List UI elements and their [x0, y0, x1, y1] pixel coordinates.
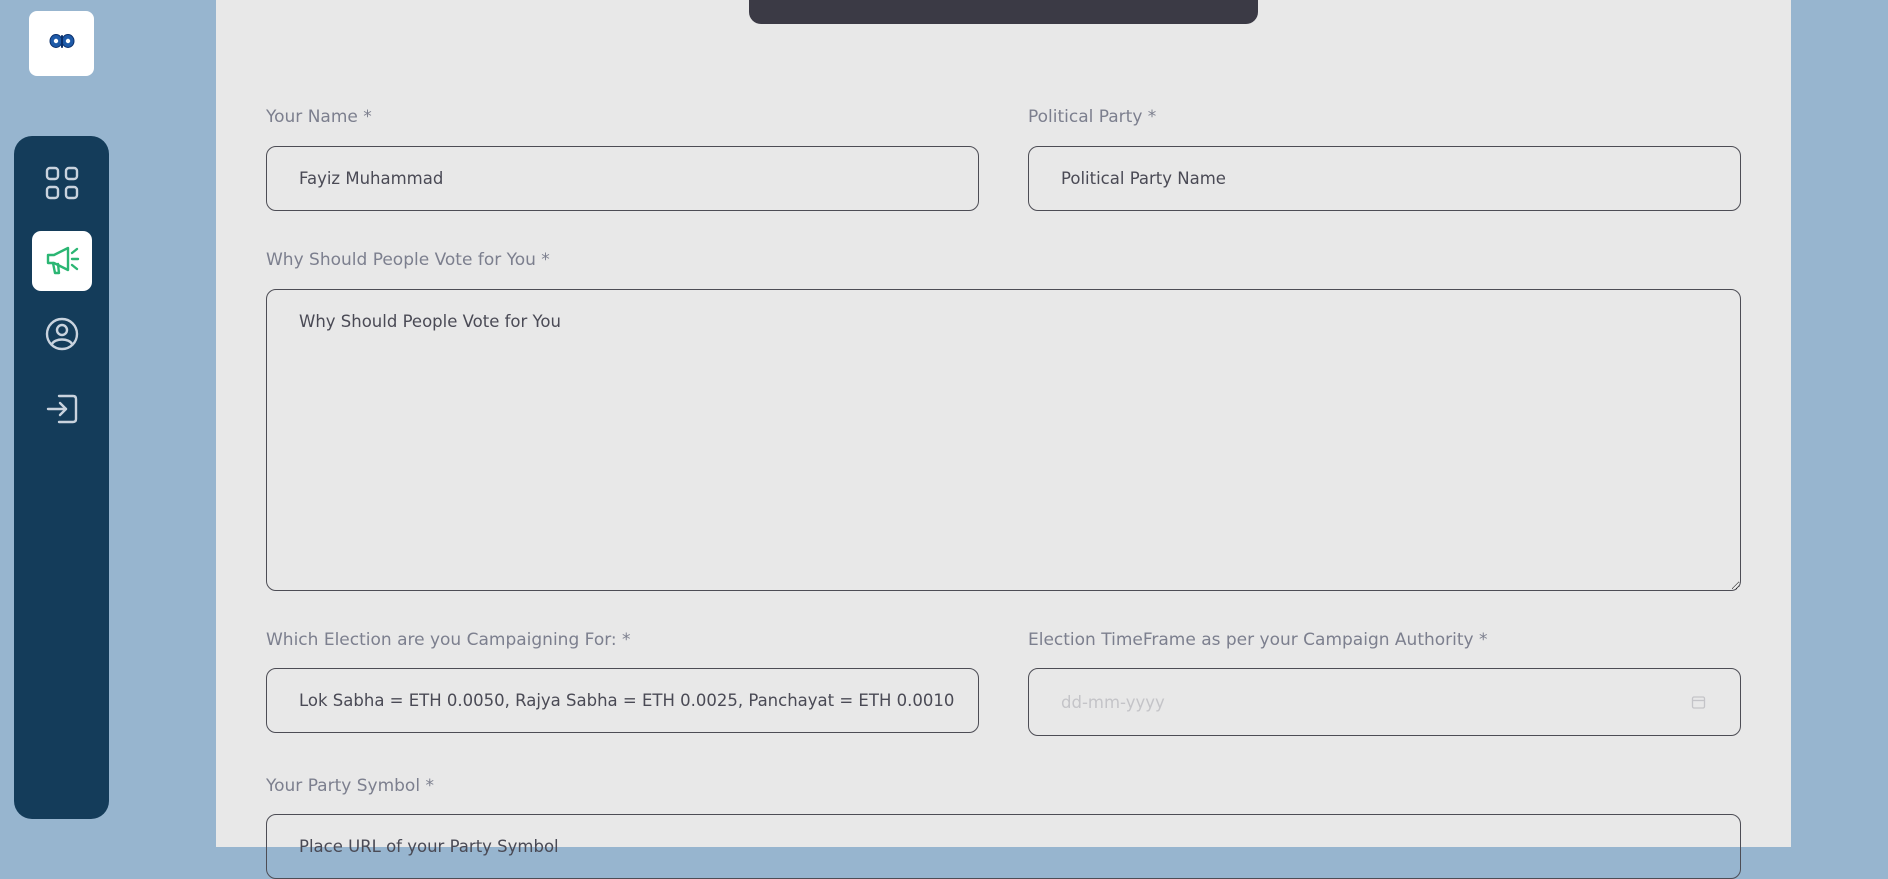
sidebar-item-logout[interactable] — [32, 381, 92, 441]
timeframe-label: Election TimeFrame as per your Campaign … — [1028, 630, 1488, 650]
timeframe-date-input[interactable]: dd-mm-yyyy — [1028, 668, 1741, 736]
sidebar-item-campaign[interactable] — [32, 231, 92, 291]
megaphone-icon — [44, 241, 80, 281]
why-vote-label: Why Should People Vote for You * — [266, 250, 550, 270]
sidebar-item-dashboard[interactable] — [32, 155, 92, 215]
sign-in-icon — [45, 392, 79, 430]
party-symbol-label: Your Party Symbol * — [266, 776, 434, 796]
election-input[interactable] — [266, 668, 979, 733]
party-label: Political Party * — [1028, 107, 1157, 127]
sidebar-item-profile[interactable] — [32, 306, 92, 366]
user-circle-icon — [45, 317, 79, 355]
election-label: Which Election are you Campaigning For: … — [266, 630, 631, 650]
calendar-icon[interactable] — [1691, 695, 1706, 710]
date-placeholder: dd-mm-yyyy — [1061, 692, 1165, 712]
butterfly-logo-icon — [49, 33, 75, 55]
name-label: Your Name * — [266, 107, 372, 127]
logo-tile[interactable] — [29, 11, 94, 76]
party-input[interactable] — [1028, 146, 1741, 211]
top-bar — [749, 0, 1258, 24]
why-vote-textarea[interactable] — [266, 289, 1741, 591]
grid-icon — [45, 166, 79, 204]
campaign-form-panel: Your Name * Political Party * Why Should… — [216, 0, 1791, 879]
name-input[interactable] — [266, 146, 979, 211]
sidebar — [14, 136, 109, 819]
